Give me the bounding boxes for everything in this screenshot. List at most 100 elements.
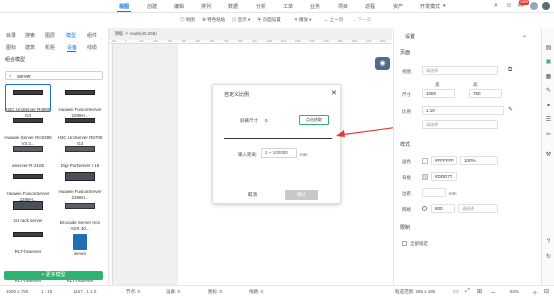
scale-preset-select[interactable]: 请选择 — [422, 120, 498, 129]
page-opacity-input[interactable]: 100% — [460, 156, 498, 165]
menu-business[interactable]: 业务 — [310, 3, 320, 10]
ruler-tick-label: 400 — [181, 40, 186, 43]
list-item[interactable]: Brocade Server Iron ADX 40... — [56, 198, 104, 231]
height-input[interactable]: 750 — [469, 89, 502, 98]
grid-radio[interactable] — [422, 206, 427, 211]
menu-project[interactable]: 项目 — [338, 3, 348, 10]
tools-icon[interactable]: ✂ — [545, 132, 552, 139]
settings-icon[interactable]: ▣ — [545, 59, 552, 66]
settings-panel: 设置 ⌄ 页面 视图 请选择 ⧉ 宽 高 尺寸 1000 750 比例 1:10… — [393, 28, 541, 285]
user-icon[interactable]: ☺ — [505, 2, 513, 10]
toolbar-special-paste[interactable]: ⚙ 特色粘贴 — [202, 17, 225, 23]
size-label: 尺寸 — [402, 92, 411, 97]
model-search-input[interactable]: ⌕ server — [5, 71, 103, 80]
menu-create[interactable]: 创建 — [147, 3, 157, 10]
fit-icon[interactable]: ▭ — [453, 288, 459, 295]
ruler-tick-label: 300 — [167, 40, 172, 43]
menu-view[interactable]: 视图 — [119, 3, 129, 10]
menu-analysis[interactable]: 分析 — [256, 3, 266, 10]
layout-icon[interactable]: ▦ — [545, 74, 552, 81]
limit-section-title: 限制 — [400, 225, 411, 231]
page-color-swatch[interactable] — [422, 158, 428, 164]
margin-input[interactable] — [422, 188, 446, 197]
refresh-icon[interactable]: ↻ — [545, 254, 552, 261]
canvas-breadcrumb[interactable]: 顶级 ＞ node(40,258) — [114, 31, 157, 37]
search-value: server — [17, 73, 31, 80]
background-color-input[interactable]: #DDD77 — [431, 172, 457, 181]
list-item[interactable]: server — [56, 234, 104, 257]
tab-icons[interactable]: 图标 — [6, 44, 16, 51]
list-item[interactable]: aServer-R-2105 — [4, 141, 52, 169]
scale-input[interactable]: 1:10 — [422, 106, 504, 115]
width-input[interactable]: 1000 — [422, 89, 455, 98]
page-color-input[interactable]: #FFFFFF — [431, 156, 457, 165]
list-item[interactable]: 2U rack server — [4, 198, 52, 224]
tab-catalog[interactable]: 目录 — [6, 32, 16, 39]
menu-edit[interactable]: 编辑 — [174, 3, 184, 10]
menu-return[interactable]: 返程 — [365, 3, 375, 10]
menu-workorder[interactable]: 工单 — [283, 3, 293, 10]
fullscreen-icon[interactable]: ⤢ — [465, 288, 470, 295]
pan-icon[interactable]: ⊞ — [477, 288, 482, 295]
properties-icon[interactable]: ▤ — [545, 45, 552, 52]
close-icon[interactable]: ✕ — [331, 89, 337, 97]
tab-cabinets[interactable]: 机柜 — [45, 44, 55, 51]
eye-icon[interactable]: ◉ — [375, 57, 390, 70]
copy-icon[interactable]: ⧉ — [508, 67, 512, 74]
grid-select[interactable]: 请选择 — [458, 204, 498, 213]
toolbar-page-setup[interactable]: ▣ 页面设置 — [257, 17, 281, 23]
cancel-button[interactable]: 取消 — [248, 192, 257, 198]
toolbar-next-page[interactable]: → 下一页 — [352, 17, 371, 23]
status-scale: 1 : 10 — [41, 289, 53, 294]
tab-models[interactable]: 模型 — [66, 32, 76, 39]
page-color-label: 画色 — [402, 159, 411, 164]
zoom-out-icon[interactable]: － — [490, 288, 496, 296]
lock-all-checkbox[interactable] — [402, 241, 407, 246]
margin-unit: mm — [449, 191, 457, 196]
menu-data[interactable]: 数据 — [228, 3, 238, 10]
zoom-level[interactable]: 83% — [510, 289, 519, 294]
list-item[interactable]: RLT-hsserver — [4, 227, 52, 255]
tab-layers[interactable]: 图层 — [45, 32, 55, 39]
screen-size-label: 屏幕尺寸 — [240, 118, 258, 123]
zoom-in-icon[interactable]: ＋ — [532, 288, 538, 296]
ruler-tick-label: 700 — [224, 40, 229, 43]
tab-search[interactable]: 搜索 — [25, 32, 35, 39]
list-item[interactable]: Huawei FusionServer 2288H... — [56, 169, 104, 200]
ok-button[interactable]: 确认 — [285, 190, 318, 200]
scale-label: 比例 — [402, 109, 411, 114]
server-thumb — [4, 90, 52, 106]
pick-button[interactable]: 点击拾取 — [299, 115, 329, 125]
align-icon[interactable]: ☰ — [545, 117, 552, 124]
grid-input[interactable]: 800 — [431, 204, 455, 213]
search-icon[interactable]: ⌕ — [492, 2, 500, 10]
avatar[interactable] — [530, 2, 538, 10]
wrench-icon[interactable]: ⚒ — [545, 152, 552, 159]
menu-dev-mode[interactable]: 开发模式 — [420, 3, 440, 10]
more-models-button[interactable]: + 更多模型 — [4, 271, 103, 280]
server-thumb — [4, 232, 52, 248]
link-icon[interactable]: ⚭ — [545, 103, 552, 110]
tab-devices[interactable]: 设备 — [67, 44, 77, 51]
tab-components[interactable]: 组件 — [87, 32, 97, 39]
menu-arrange[interactable]: 排列 — [201, 3, 211, 10]
style-icon[interactable]: ✎ — [545, 88, 552, 95]
tab-cables[interactable]: 线缆 — [87, 44, 97, 51]
grid-toggle-icon[interactable]: ⊟ — [544, 288, 549, 295]
distance-input[interactable]: 1 ~ 100000 — [261, 148, 297, 158]
toolbar-map[interactable]: ◎ 地图 — [180, 17, 195, 23]
dev-mode-dropdown-icon[interactable]: ▾ — [443, 3, 446, 9]
menu-assets[interactable]: 资产 — [393, 3, 403, 10]
toolbar-display[interactable]: ▤ 显示 ▾ — [232, 17, 250, 23]
server-thumb — [56, 234, 104, 250]
avatar-secondary[interactable] — [542, 2, 550, 10]
list-item[interactable]: Digi Portserver I 16 — [56, 141, 104, 169]
collapse-icon[interactable]: ⌄ — [522, 32, 527, 39]
toolbar-prev-page[interactable]: ← 上一页 — [324, 17, 343, 23]
help-icon[interactable]: ? — [545, 239, 552, 246]
tab-buildings[interactable]: 建筑 — [25, 44, 35, 51]
view-select[interactable]: 请选择 — [422, 66, 498, 75]
background-color-swatch[interactable] — [422, 174, 428, 180]
edit-icon[interactable]: ✎ — [508, 106, 513, 113]
toolbar-play[interactable]: ✕ 播放 ▾ — [294, 17, 312, 23]
